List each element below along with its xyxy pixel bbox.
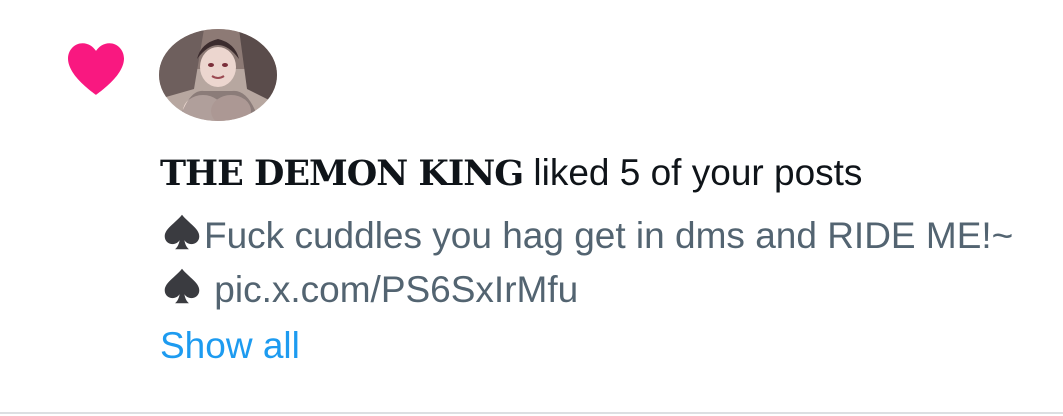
- action-text: liked 5 of your posts: [523, 152, 863, 193]
- spade-emoji: [164, 214, 200, 250]
- user-avatar[interactable]: [159, 29, 277, 121]
- username[interactable]: THE DEMON KING: [160, 153, 524, 194]
- liked-post-text[interactable]: Fuck cuddles you hag get in dms and RIDE…: [160, 209, 1050, 317]
- notification-content: THE DEMON KING liked 5 of your posts Fuc…: [160, 150, 1050, 371]
- notification-headline: THE DEMON KING liked 5 of your posts: [160, 150, 1050, 197]
- heart-icon: [68, 43, 124, 95]
- like-notification[interactable]: THE DEMON KING liked 5 of your posts Fuc…: [0, 0, 1063, 412]
- post-link[interactable]: pic.x.com/PS6SxIrMfu: [204, 269, 578, 310]
- show-all-link[interactable]: Show all: [160, 321, 1050, 371]
- divider: [0, 412, 1063, 414]
- post-text-part1: Fuck cuddles you hag get in dms and RIDE…: [204, 215, 1014, 256]
- spade-emoji: [164, 268, 200, 304]
